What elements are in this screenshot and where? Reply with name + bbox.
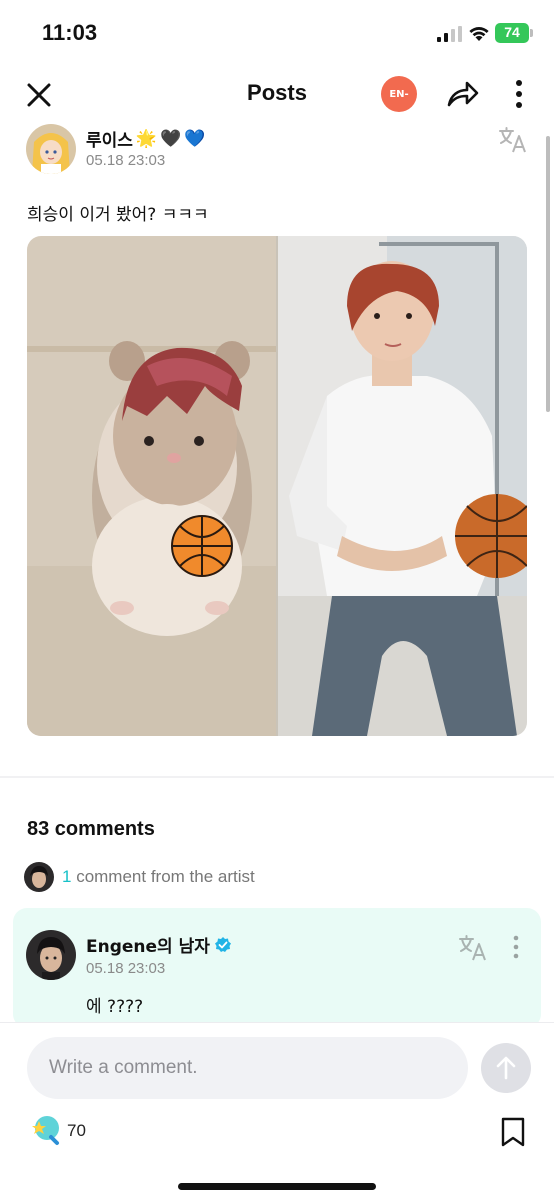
status-time: 11:03: [42, 20, 98, 45]
artist-avatar[interactable]: [26, 930, 76, 980]
artist-comment-date: 05.18 23:03: [86, 960, 166, 977]
bookmark-icon[interactable]: [500, 1117, 526, 1147]
black-heart-emoji: 🖤: [160, 128, 182, 149]
artist-comments-summary[interactable]: 1 comment from the artist: [0, 862, 554, 894]
artist-comment-label-text: comment from the artist: [71, 867, 255, 886]
comment-more-icon[interactable]: [510, 934, 522, 960]
top-nav: Posts EN-: [0, 66, 554, 122]
translate-icon[interactable]: [498, 126, 528, 154]
more-options-icon[interactable]: [508, 78, 530, 110]
comment-count: 83 comments: [27, 818, 155, 840]
artist-comments-label: 1 comment from the artist: [62, 867, 255, 887]
reaction-count: 70: [67, 1121, 86, 1140]
artist-avatar-illustration: [24, 862, 54, 892]
artist-name[interactable]: Engene의 남자: [86, 932, 232, 957]
avatar-illustration: [26, 124, 76, 174]
wifi-icon: [469, 27, 489, 41]
send-button[interactable]: [481, 1043, 531, 1093]
artist-comment-body: 에 ????: [86, 997, 144, 1017]
reaction-icon[interactable]: [27, 1115, 63, 1147]
sparkle-emoji: 🌟: [135, 128, 158, 149]
community-logo-button[interactable]: EN-: [381, 76, 417, 112]
translate-icon[interactable]: [458, 934, 488, 962]
arrow-up-icon: [496, 1056, 516, 1080]
battery-indicator: 74: [495, 23, 533, 43]
post-image[interactable]: [27, 236, 527, 736]
post-image-collage: [27, 236, 527, 736]
post-date: 05.18 23:03: [86, 152, 166, 169]
cellular-signal-icon: [437, 26, 462, 42]
author-avatar[interactable]: [26, 124, 76, 174]
home-indicator: [178, 1183, 376, 1190]
author-name[interactable]: 루이스 🌟 🖤 💙: [86, 126, 206, 152]
section-divider: [0, 776, 554, 778]
battery-percent: 74: [504, 24, 520, 40]
scrollbar[interactable]: [546, 136, 550, 412]
artist-comment-card[interactable]: Engene의 남자 05.18 23:03 에 ????: [13, 908, 541, 1028]
verified-badge-icon: [214, 936, 231, 952]
bottom-comment-bar: 70: [0, 1022, 554, 1200]
author-name-text: 루이스: [86, 131, 133, 151]
status-bar: 11:03 74: [0, 0, 554, 66]
share-icon[interactable]: [446, 78, 480, 110]
artist-name-text: Engene의 남자: [86, 937, 210, 957]
artist-avatar-small: [24, 862, 54, 892]
blue-heart-emoji: 💙: [184, 128, 206, 149]
post-body-text: 희승이 이거 봤어? ㅋㅋㅋ: [27, 205, 209, 225]
post-author: 루이스 🌟 🖤 💙 05.18 23:03: [0, 122, 554, 176]
artist-avatar-illustration: [26, 930, 76, 980]
comment-input[interactable]: [27, 1037, 468, 1099]
battery-tip: [530, 29, 533, 37]
